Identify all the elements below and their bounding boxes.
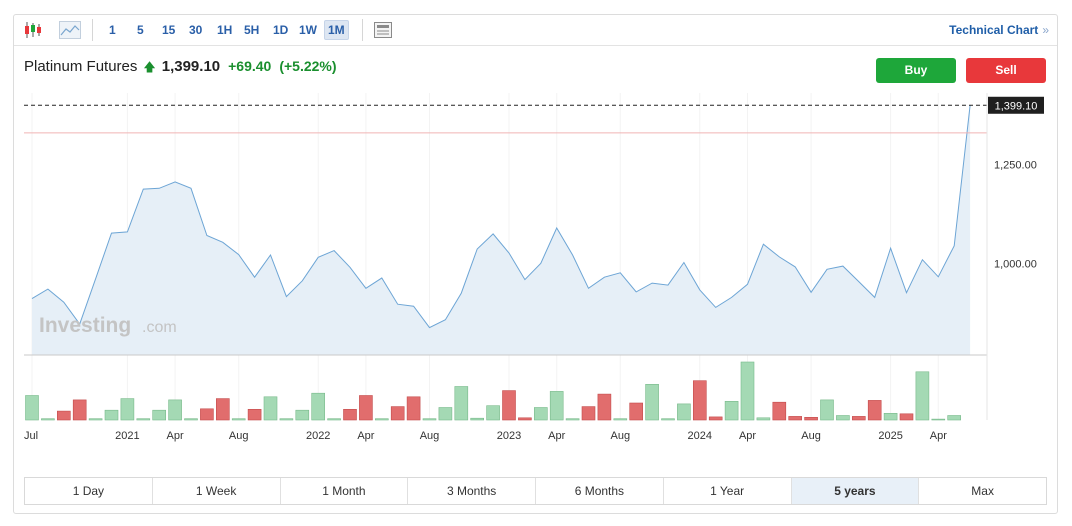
volume-bar (41, 418, 55, 421)
x-tick-label: 2025 (878, 430, 902, 442)
x-tick-label: Aug (611, 430, 631, 442)
volume-bar (374, 418, 389, 421)
range-selector: 1 Day 1 Week 1 Month 3 Months 6 Months 1… (24, 477, 1047, 505)
volume-bar (788, 416, 803, 421)
x-tick-label: 2022 (306, 430, 330, 442)
volume-bar (629, 402, 644, 421)
chart-widget: 1 5 15 30 1H 5H 1D 1W 1M Technical Chart… (13, 14, 1058, 514)
range-6-months[interactable]: 6 Months (536, 478, 664, 504)
volume-bar (740, 361, 755, 421)
range-5-years[interactable]: 5 years (791, 478, 920, 504)
volume-bar (184, 418, 198, 421)
volume-bar (152, 409, 166, 421)
volume-bar (359, 395, 373, 421)
volume-bar (899, 413, 914, 421)
range-1-month[interactable]: 1 Month (281, 478, 409, 504)
volume-bar (518, 417, 532, 421)
volume-bar (247, 408, 262, 421)
volume-bar (645, 383, 659, 421)
x-tick-label: 2023 (497, 430, 521, 442)
last-price-tag-text: 1,399.10 (995, 100, 1038, 112)
price-area-fill (32, 105, 971, 355)
range-3-months[interactable]: 3 Months (408, 478, 536, 504)
volume-bar (533, 407, 548, 421)
volume-bar (708, 416, 723, 421)
volume-bar (565, 418, 580, 421)
volume-bar (56, 410, 71, 421)
x-tick-label: 2024 (688, 430, 712, 442)
range-1-year[interactable]: 1 Year (664, 478, 792, 504)
volume-bar (231, 418, 246, 421)
volume-bar (804, 416, 818, 421)
volume-bar (454, 386, 469, 421)
volume-bar (677, 403, 691, 421)
volume-bar (390, 406, 405, 421)
volume-bar (931, 418, 946, 421)
price-chart[interactable]: Investing .com 1,250.00 1,000.00 Jul 2021 A… (14, 15, 1057, 455)
volume-bar (311, 392, 326, 421)
volume-bar (422, 418, 437, 421)
x-tick-label: 2021 (115, 430, 139, 442)
watermark-suffix: .com (142, 319, 177, 336)
volume-bar (820, 399, 834, 421)
volume-bar (200, 408, 214, 421)
volume-bar (724, 400, 739, 421)
volume-bar (756, 417, 771, 421)
volume-bar (72, 399, 87, 421)
volume-bars (25, 361, 962, 421)
x-tick-label: Apr (739, 430, 756, 442)
volume-bar (772, 401, 787, 421)
volume-bar (438, 407, 453, 421)
y-tick-label: 1,250.00 (994, 159, 1037, 171)
volume-bar (486, 405, 500, 421)
range-1-day[interactable]: 1 Day (25, 478, 153, 504)
volume-bar (692, 380, 707, 421)
x-tick-label: Apr (167, 430, 184, 442)
volume-bar (343, 408, 357, 421)
volume-bar (88, 418, 103, 421)
volume-bar (263, 396, 278, 421)
volume-bar (597, 393, 612, 421)
x-axis-ticks: Jul 2021 Apr Aug 2022 Apr Aug 2023 Apr Aug 2024 Apr… (24, 430, 947, 442)
range-1-week[interactable]: 1 Week (153, 478, 281, 504)
volume-bar (836, 415, 850, 421)
volume-bar (104, 409, 119, 421)
volume-bar (216, 398, 230, 421)
volume-bar (406, 396, 421, 421)
volume-bar (295, 409, 310, 421)
watermark-brand: Investing (39, 314, 131, 337)
volume-bar (120, 398, 135, 421)
volume-bar (25, 395, 39, 421)
x-tick-label: Apr (930, 430, 947, 442)
volume-bar (502, 390, 516, 421)
last-price-tag: 1,399.10 (988, 96, 1044, 114)
volume-bar (915, 371, 930, 421)
volume-bar (947, 415, 962, 421)
volume-bar (327, 418, 341, 421)
volume-bar (661, 418, 675, 421)
volume-bar (581, 406, 596, 421)
y-tick-label: 1,000.00 (994, 259, 1037, 271)
volume-bar (851, 416, 866, 421)
volume-bar (549, 391, 564, 421)
range-max[interactable]: Max (919, 478, 1046, 504)
volume-bar (470, 417, 485, 421)
x-tick-label: Apr (357, 430, 374, 442)
x-tick-label: Aug (801, 430, 821, 442)
x-tick-label: Aug (229, 430, 249, 442)
volume-bar (867, 400, 882, 421)
y-axis-ticks: 1,250.00 1,000.00 (994, 159, 1037, 270)
volume-bar (883, 412, 898, 421)
volume-bar (168, 399, 182, 421)
volume-bar (613, 418, 628, 421)
volume-bar (279, 418, 294, 421)
volume-bar (136, 418, 151, 421)
x-tick-label: Aug (420, 430, 440, 442)
x-tick-label: Apr (548, 430, 565, 442)
x-tick-label: Jul (24, 430, 38, 442)
